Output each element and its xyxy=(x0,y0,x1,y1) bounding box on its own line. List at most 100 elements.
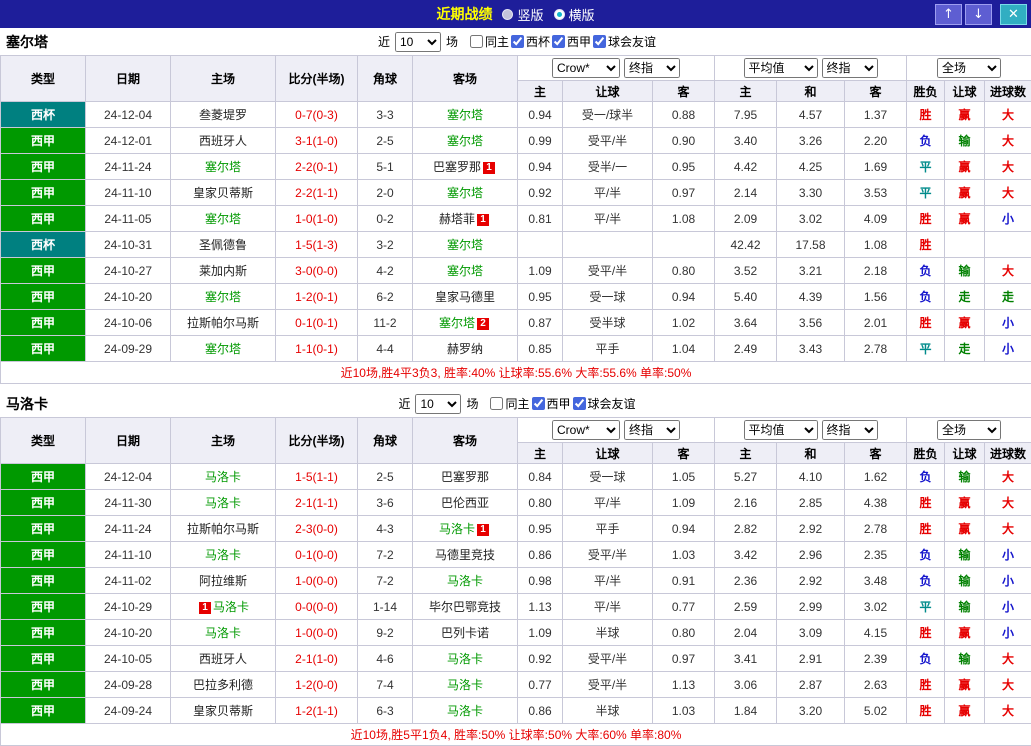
match-filter: 近10场同主西杯西甲球会友谊 xyxy=(0,28,1031,55)
match-date: 24-10-06 xyxy=(86,310,171,336)
average-odds-group: 平均值终指 xyxy=(715,56,907,81)
avg-odds-home: 3.64 xyxy=(715,310,777,336)
move-down-button[interactable]: ↓ xyxy=(965,4,992,25)
radio-unselected-icon xyxy=(502,9,513,20)
avg-odds-away: 4.15 xyxy=(845,620,907,646)
column-header: 类型 xyxy=(1,418,86,464)
column-header: 客 xyxy=(653,443,715,464)
filter-checkbox-option[interactable]: 球会友谊 xyxy=(593,33,656,50)
handicap-odds-away: 1.08 xyxy=(653,206,715,232)
filter-checkbox-option[interactable]: 同主 xyxy=(490,395,529,412)
result-cell: 平 xyxy=(907,594,945,620)
corner-score: 7-2 xyxy=(358,568,413,594)
avg-odds-away: 2.01 xyxy=(845,310,907,336)
away-team-name: 塞尔塔 xyxy=(447,134,483,148)
table-row: 西甲24-10-27莱加内斯3-0(0-0)4-2塞尔塔1.09受平/半0.80… xyxy=(1,258,1031,284)
away-team-name: 马洛卡 xyxy=(447,652,483,666)
bookmaker-select[interactable]: Crow* xyxy=(552,420,620,440)
red-card-badge: 1 xyxy=(199,602,211,614)
result-cell: 胜 xyxy=(907,232,945,258)
layout-radio-horizontal[interactable]: 横版 xyxy=(554,5,595,24)
average-time-select[interactable]: 终指 xyxy=(822,420,878,440)
corner-score: 11-2 xyxy=(358,310,413,336)
handicap-line: 平手 xyxy=(563,336,653,362)
close-button[interactable]: ✕ xyxy=(1000,4,1027,25)
filter-checkbox[interactable] xyxy=(532,397,545,410)
match-home-team-cell: 巴拉多利德 xyxy=(171,672,276,698)
move-up-button[interactable]: ↑ xyxy=(935,4,962,25)
bookmaker-time-select[interactable]: 终指 xyxy=(624,420,680,440)
match-score: 0-0(0-0) xyxy=(276,594,358,620)
avg-odds-draw: 3.02 xyxy=(777,206,845,232)
league-type-cell: 西甲 xyxy=(1,310,86,336)
handicap-odds-home xyxy=(518,232,563,258)
average-time-select[interactable]: 终指 xyxy=(822,58,878,78)
goals-result-cell: 大 xyxy=(985,516,1031,542)
corner-score: 4-2 xyxy=(358,258,413,284)
result-cell: 胜 xyxy=(907,102,945,128)
corner-score: 3-3 xyxy=(358,102,413,128)
avg-odds-away: 2.39 xyxy=(845,646,907,672)
match-away-team-cell: 赫塔菲1 xyxy=(413,206,518,232)
filter-checkbox[interactable] xyxy=(511,35,524,48)
avg-odds-home: 4.42 xyxy=(715,154,777,180)
handicap-odds-home: 0.95 xyxy=(518,516,563,542)
home-team-name: 圣佩德鲁 xyxy=(199,238,247,252)
handicap-odds-away: 0.97 xyxy=(653,180,715,206)
table-row: 西甲24-10-05西班牙人2-1(1-0)4-6马洛卡0.92受平/半0.97… xyxy=(1,646,1031,672)
avg-odds-home: 7.95 xyxy=(715,102,777,128)
filter-checkbox[interactable] xyxy=(573,397,586,410)
league-type-cell: 西甲 xyxy=(1,516,86,542)
match-away-team-cell: 塞尔塔 xyxy=(413,128,518,154)
filter-checkbox[interactable] xyxy=(490,397,503,410)
recent-count-select[interactable]: 10 xyxy=(395,32,441,52)
filter-checkbox-option[interactable]: 西杯 xyxy=(511,33,550,50)
home-team-name: 马洛卡 xyxy=(205,496,241,510)
filter-checkbox-option[interactable]: 同主 xyxy=(470,33,509,50)
match-score: 1-1(0-1) xyxy=(276,336,358,362)
filter-suffix-label: 场 xyxy=(446,33,458,50)
handicap-line: 半球 xyxy=(563,698,653,724)
match-date: 24-11-02 xyxy=(86,568,171,594)
match-date: 24-09-29 xyxy=(86,336,171,362)
handicap-odds-home: 0.99 xyxy=(518,128,563,154)
team-bar: 马洛卡近10场同主西甲球会友谊 xyxy=(0,390,1031,417)
goals-result-cell: 大 xyxy=(985,490,1031,516)
handicap-result-cell: 赢 xyxy=(945,672,985,698)
goals-result-cell: 小 xyxy=(985,206,1031,232)
column-header: 客场 xyxy=(413,56,518,102)
bookmaker-time-select[interactable]: 终指 xyxy=(624,58,680,78)
away-team-name: 巴伦西亚 xyxy=(441,496,489,510)
handicap-odds-home: 0.98 xyxy=(518,568,563,594)
column-header: 让球 xyxy=(563,81,653,102)
scope-select[interactable]: 全场 xyxy=(937,58,1001,78)
bookmaker-select[interactable]: Crow* xyxy=(552,58,620,78)
recent-count-select[interactable]: 10 xyxy=(415,394,461,414)
match-home-team-cell: 马洛卡 xyxy=(171,464,276,490)
average-select[interactable]: 平均值 xyxy=(744,58,818,78)
average-select[interactable]: 平均值 xyxy=(744,420,818,440)
filter-checkbox-option[interactable]: 球会友谊 xyxy=(573,395,636,412)
avg-odds-draw: 4.10 xyxy=(777,464,845,490)
summary-text: 近10场,胜4平3负3, 胜率:40% 让球率:55.6% 大率:55.6% 单… xyxy=(1,362,1031,384)
filter-suffix-label: 场 xyxy=(466,395,478,412)
league-type-cell: 西甲 xyxy=(1,258,86,284)
filter-checkbox[interactable] xyxy=(470,35,483,48)
filter-checkbox-option[interactable]: 西甲 xyxy=(552,33,591,50)
scope-select[interactable]: 全场 xyxy=(937,420,1001,440)
column-header: 比分(半场) xyxy=(276,56,358,102)
avg-odds-home: 3.06 xyxy=(715,672,777,698)
handicap-odds-away: 0.90 xyxy=(653,128,715,154)
match-date: 24-10-20 xyxy=(86,620,171,646)
corner-score: 5-1 xyxy=(358,154,413,180)
table-row: 西甲24-11-05塞尔塔1-0(1-0)0-2赫塔菲10.81平/半1.082… xyxy=(1,206,1031,232)
filter-checkbox-option[interactable]: 西甲 xyxy=(532,395,571,412)
filter-checkbox[interactable] xyxy=(593,35,606,48)
layout-radio-vertical[interactable]: 竖版 xyxy=(502,5,543,24)
team-section: 马洛卡近10场同主西甲球会友谊类型日期主场比分(半场)角球客场Crow*终指平均… xyxy=(0,390,1031,746)
match-date: 24-10-05 xyxy=(86,646,171,672)
filter-checkbox[interactable] xyxy=(552,35,565,48)
away-team-name: 马德里竞技 xyxy=(435,548,495,562)
avg-odds-draw: 17.58 xyxy=(777,232,845,258)
corner-score: 2-0 xyxy=(358,180,413,206)
